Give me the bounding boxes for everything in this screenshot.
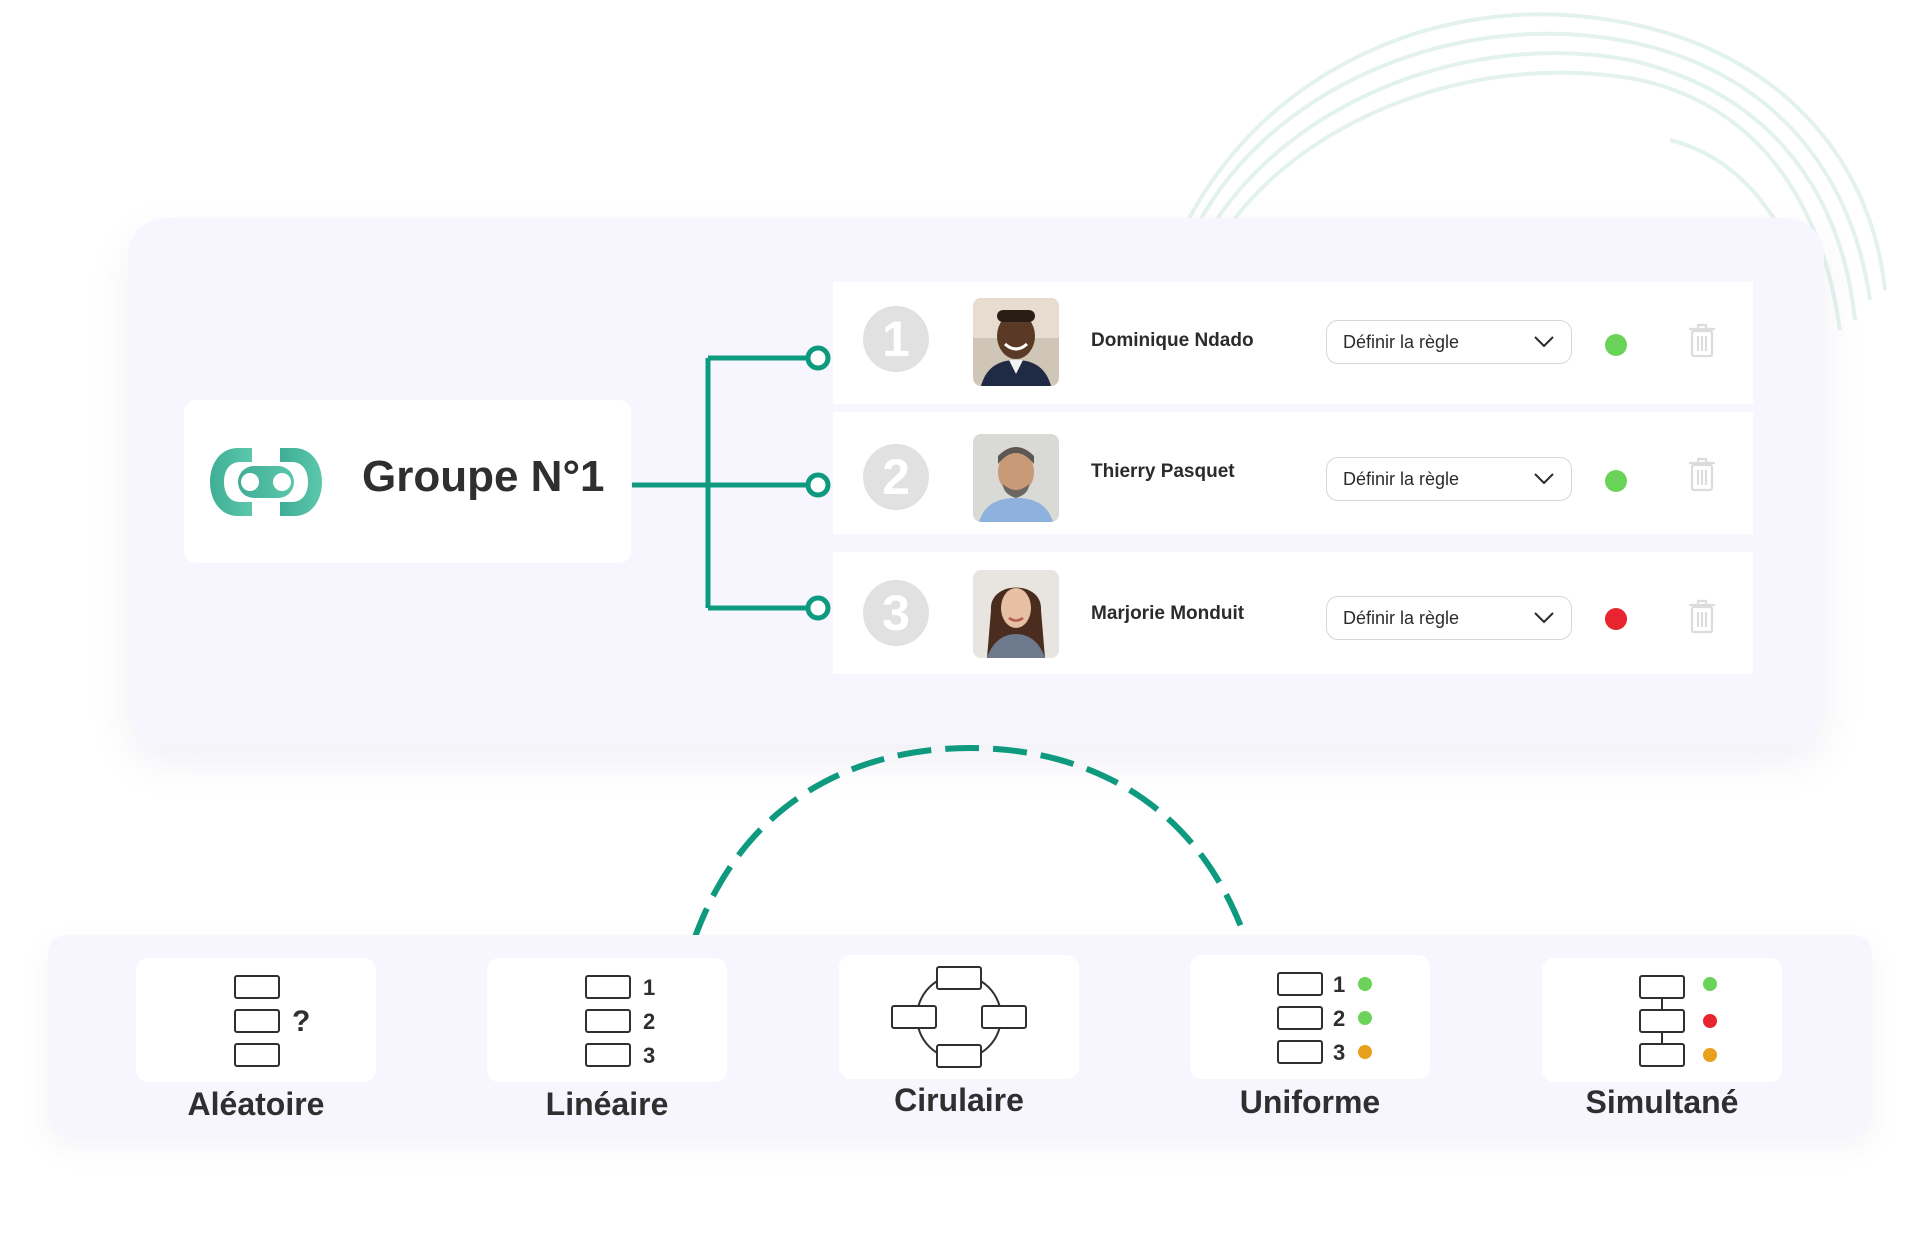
member-name: Thierry Pasquet xyxy=(1091,461,1235,482)
order-number: 3 xyxy=(1333,1040,1345,1065)
circular-order-icon xyxy=(891,966,1027,1068)
member-row: 2 Thierry Pasquet Définir la règle xyxy=(833,412,1753,534)
order-number: 1 xyxy=(1333,972,1345,997)
chevron-down-icon xyxy=(1534,336,1554,348)
group-link-icon xyxy=(210,448,322,516)
member-number-badge: 1 xyxy=(863,306,929,372)
random-order-icon: ? xyxy=(234,975,310,1067)
rule-dropdown-label: Définir la règle xyxy=(1343,468,1460,489)
member-row: 3 Marjorie Monduit Définir la règle xyxy=(833,552,1753,674)
rule-dropdown[interactable]: Définir la règle xyxy=(1326,596,1572,640)
mode-label: Aléatoire xyxy=(187,1086,325,1122)
order-number: 3 xyxy=(643,1043,655,1068)
rule-dropdown-label: Définir la règle xyxy=(1343,607,1460,628)
chevron-down-icon xyxy=(1534,473,1554,485)
mode-linear[interactable]: 1 2 3 xyxy=(487,958,727,1082)
member-name: Dominique Ndado xyxy=(1091,330,1254,351)
avatar xyxy=(973,434,1059,522)
group-title: Groupe N°1 xyxy=(362,452,605,501)
status-indicator xyxy=(1605,470,1627,492)
mode-label: Cirulaire xyxy=(894,1082,1024,1118)
status-indicator xyxy=(1605,608,1627,630)
mode-label: Linéaire xyxy=(545,1086,669,1122)
random-marker: ? xyxy=(292,1005,310,1038)
trash-icon[interactable] xyxy=(1688,322,1716,358)
group-connector xyxy=(632,345,831,621)
member-name: Marjorie Monduit xyxy=(1091,603,1245,624)
avatar xyxy=(973,570,1059,658)
rule-dropdown[interactable]: Définir la règle xyxy=(1326,320,1572,364)
trash-icon[interactable] xyxy=(1688,598,1716,634)
rule-dropdown-label: Définir la règle xyxy=(1343,331,1460,352)
mode-simultaneous[interactable] xyxy=(1542,958,1782,1082)
mode-label: Simultané xyxy=(1585,1084,1739,1120)
status-indicator xyxy=(1605,334,1627,356)
mode-uniform[interactable]: 1 2 3 xyxy=(1190,955,1430,1079)
member-number-badge: 3 xyxy=(863,580,929,646)
order-number: 1 xyxy=(643,975,655,1000)
mode-random[interactable]: ? xyxy=(136,958,376,1082)
avatar xyxy=(973,298,1059,386)
trash-icon[interactable] xyxy=(1688,456,1716,492)
member-number-badge: 2 xyxy=(863,444,929,510)
member-row: 1 Dominique Ndado Définir la règle xyxy=(833,282,1753,404)
order-number: 2 xyxy=(1333,1006,1345,1031)
rule-dropdown[interactable]: Définir la règle xyxy=(1326,457,1572,501)
mode-label: Uniforme xyxy=(1239,1084,1381,1120)
uniform-order-icon: 1 2 3 xyxy=(1277,972,1372,1065)
dashed-arc xyxy=(691,744,1249,942)
order-number: 2 xyxy=(643,1009,655,1034)
linear-order-icon: 1 2 3 xyxy=(585,975,655,1068)
mode-circular[interactable] xyxy=(839,955,1079,1079)
chevron-down-icon xyxy=(1534,612,1554,624)
simultaneous-order-icon xyxy=(1639,975,1717,1067)
